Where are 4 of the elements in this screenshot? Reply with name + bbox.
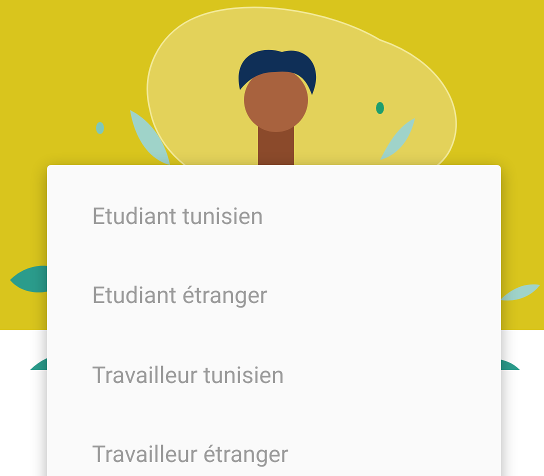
menu-item[interactable]: Travailleur étranger: [47, 416, 501, 476]
menu-item[interactable]: Etudiant étranger: [47, 256, 501, 336]
menu-item[interactable]: Travailleur tunisien: [47, 336, 501, 416]
menu-item[interactable]: Etudiant tunisien: [47, 177, 501, 256]
